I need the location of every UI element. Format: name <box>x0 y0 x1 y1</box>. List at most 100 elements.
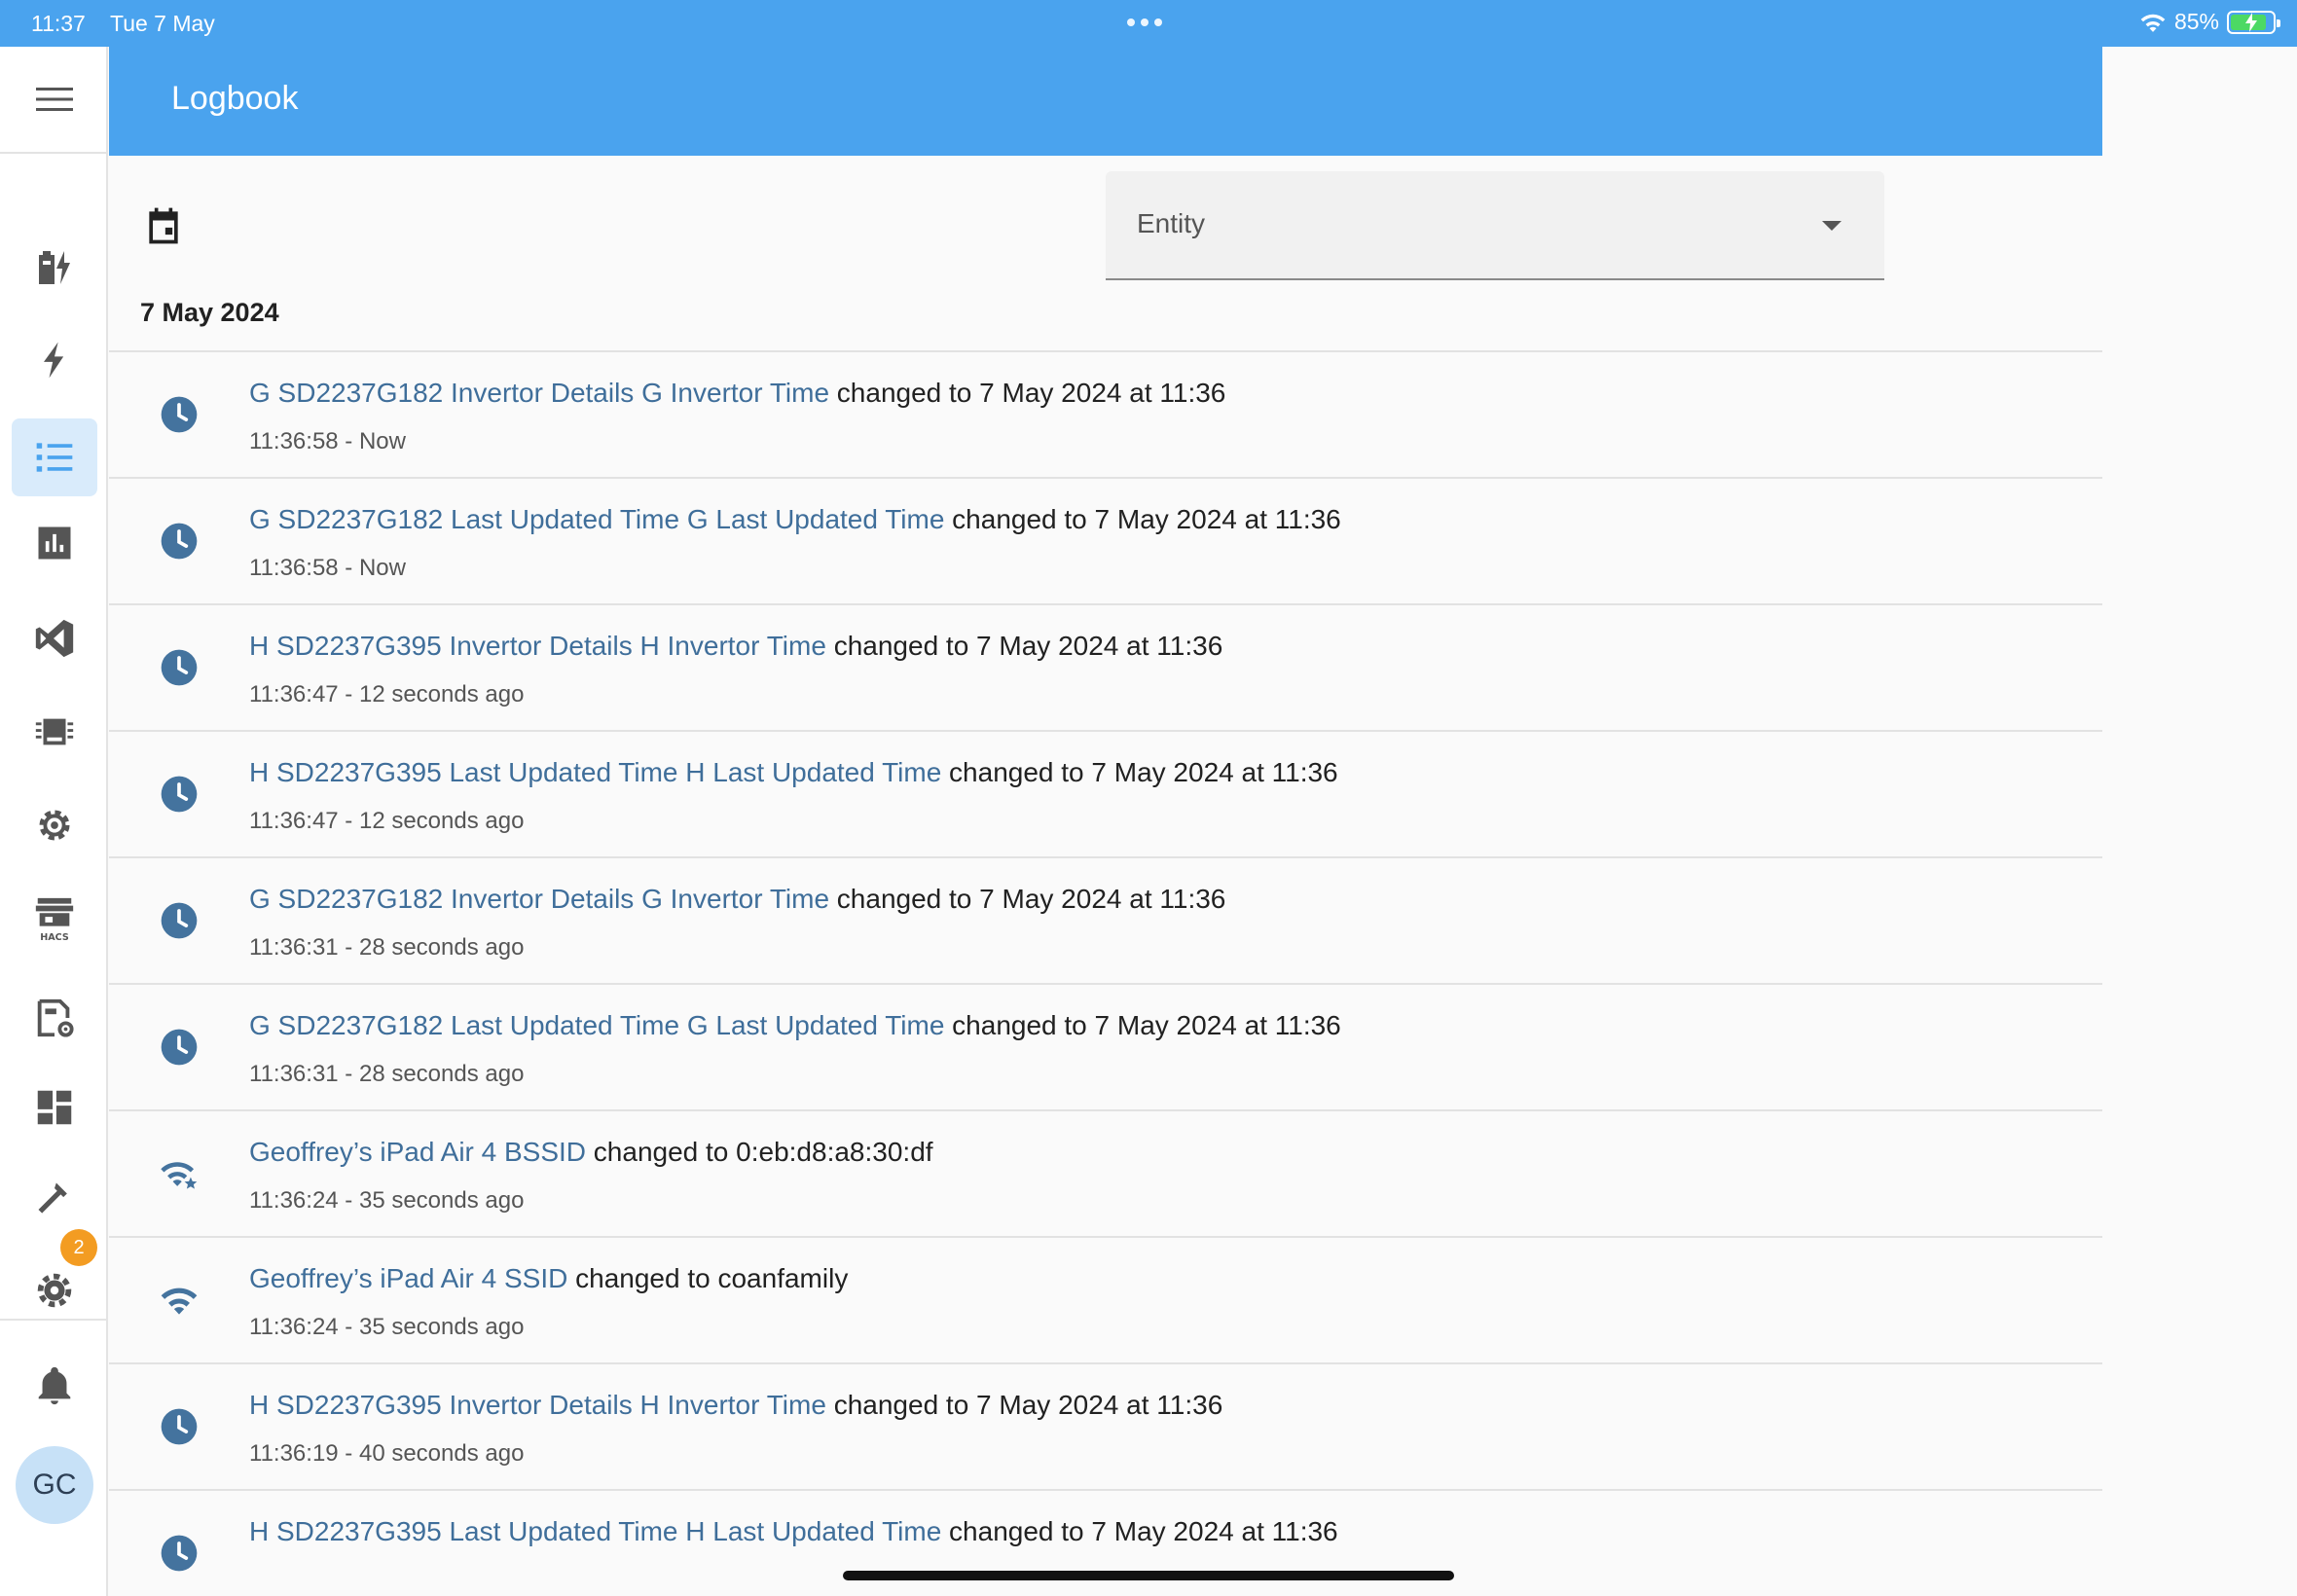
log-message: G SD2237G182 Invertor Details G Invertor… <box>249 884 1225 915</box>
log-change-text: changed to 7 May 2024 at 11:36 <box>825 1390 1223 1420</box>
log-entity-link[interactable]: Geoffrey’s iPad Air 4 SSID <box>249 1263 567 1293</box>
avatar[interactable]: GC <box>16 1446 93 1524</box>
multitasking-dots-icon[interactable] <box>1127 18 1162 26</box>
bell-icon <box>38 1366 71 1405</box>
entity-picker-label: Entity <box>1137 208 1206 238</box>
file-cog-icon <box>37 998 74 1037</box>
sidebar-item-vscode[interactable] <box>12 599 97 677</box>
dashboard-icon <box>37 1090 72 1125</box>
log-entry: Geoffrey’s iPad Air 4 SSID changed to co… <box>109 1238 2102 1364</box>
wifi-status-icon <box>2140 14 2166 32</box>
menu-button[interactable] <box>0 47 108 154</box>
log-entry: G SD2237G182 Invertor Details G Invertor… <box>109 352 2102 479</box>
log-entity-link[interactable]: G SD2237G182 Last Updated Time G Last Up… <box>249 1010 944 1040</box>
log-timestamp: 11:36:24 - 35 seconds ago <box>249 1187 525 1214</box>
log-entry: G SD2237G182 Invertor Details G Invertor… <box>109 858 2102 985</box>
log-entry: H SD2237G395 Last Updated Time H Last Up… <box>109 732 2102 858</box>
log-entry: G SD2237G182 Last Updated Time G Last Up… <box>109 985 2102 1111</box>
top-app-bar: Logbook <box>109 47 2102 156</box>
battery-percent: 85% <box>2173 9 2219 34</box>
sidebar-item-file-editor[interactable] <box>12 979 97 1057</box>
wifi-star-icon <box>156 1150 202 1197</box>
log-timestamp: 11:36:47 - 12 seconds ago <box>249 681 525 707</box>
log-entity-link[interactable]: H SD2237G395 Last Updated Time H Last Up… <box>249 1516 941 1546</box>
entity-picker[interactable]: Entity <box>1106 171 1884 280</box>
log-entity-link[interactable]: G SD2237G182 Last Updated Time G Last Up… <box>249 504 944 534</box>
bar-chart-icon <box>38 526 71 560</box>
log-timestamp: 11:36:58 - Now <box>249 555 406 581</box>
clock-icon <box>156 1024 202 1070</box>
logbook-list-icon <box>36 443 73 472</box>
log-message: H SD2237G395 Invertor Details H Invertor… <box>249 631 1222 662</box>
battery-charging-icon <box>39 251 70 284</box>
sidebar-item-developer-tools[interactable] <box>12 1160 97 1238</box>
log-timestamp: 11:36:19 - 40 seconds ago <box>249 1440 525 1467</box>
clock-icon <box>156 771 202 817</box>
sidebar-item-esphome[interactable] <box>12 693 97 771</box>
log-timestamp: 11:36:31 - 28 seconds ago <box>249 1061 525 1087</box>
log-change-text: changed to 7 May 2024 at 11:36 <box>941 1516 1338 1546</box>
clock-icon <box>156 644 202 691</box>
clock-icon <box>156 391 202 438</box>
log-change-text: changed to coanfamily <box>567 1263 849 1293</box>
sidebar: HACS 2 GC <box>0 47 108 1596</box>
log-change-text: changed to 7 May 2024 at 11:36 <box>825 631 1223 661</box>
log-message: H SD2237G395 Last Updated Time H Last Up… <box>249 757 1338 788</box>
status-time: 11:37 <box>31 11 86 36</box>
hammer-icon <box>38 1182 67 1214</box>
settings-icon <box>37 1273 72 1308</box>
date-picker-button[interactable] <box>136 199 191 253</box>
status-date: Tue 7 May <box>110 11 215 36</box>
hacs-store-icon: HACS <box>35 897 74 943</box>
log-entity-link[interactable]: G SD2237G182 Invertor Details G Invertor… <box>249 884 829 914</box>
sidebar-item-config[interactable] <box>12 786 97 864</box>
vscode-icon <box>35 619 74 658</box>
log-entity-link[interactable]: H SD2237G395 Invertor Details H Invertor… <box>249 1390 826 1420</box>
log-entity-link[interactable]: H SD2237G395 Invertor Details H Invertor… <box>249 631 826 661</box>
sidebar-item-power[interactable] <box>12 321 97 399</box>
log-timestamp: 11:36:47 - 12 seconds ago <box>249 808 525 834</box>
lightning-icon <box>44 342 64 379</box>
log-timestamp: 11:36:58 - Now <box>249 428 406 454</box>
hacs-label: HACS <box>40 932 69 943</box>
log-change-text: changed to 7 May 2024 at 11:36 <box>829 378 1226 408</box>
clock-icon <box>156 1403 202 1450</box>
status-bar: 11:37 Tue 7 May 85% <box>0 0 2297 47</box>
battery-icon <box>2227 10 2280 34</box>
sidebar-item-hacs[interactable]: HACS <box>12 880 97 958</box>
log-entity-link[interactable]: Geoffrey’s iPad Air 4 BSSID <box>249 1137 586 1167</box>
sidebar-item-energy[interactable] <box>12 228 97 306</box>
log-message: H SD2237G395 Invertor Details H Invertor… <box>249 1390 1222 1421</box>
calendar-icon <box>149 207 178 244</box>
log-entry: H SD2237G395 Invertor Details H Invertor… <box>109 605 2102 732</box>
log-change-text: changed to 0:eb:d8:a8:30:df <box>586 1137 933 1167</box>
chip-icon <box>35 718 74 745</box>
log-change-text: changed to 7 May 2024 at 11:36 <box>944 504 1341 534</box>
sidebar-item-notifications[interactable] <box>12 1347 97 1425</box>
gear-icon <box>39 810 70 841</box>
charging-bolt-icon <box>2245 12 2257 32</box>
log-entry: H SD2237G395 Invertor Details H Invertor… <box>109 1364 2102 1491</box>
hamburger-menu-icon <box>35 88 73 111</box>
sidebar-item-logbook[interactable] <box>12 418 97 496</box>
sidebar-item-history[interactable] <box>12 504 97 582</box>
log-message: G SD2237G182 Last Updated Time G Last Up… <box>249 504 1341 535</box>
page-title: Logbook <box>171 80 299 117</box>
log-timestamp: 11:36:24 - 35 seconds ago <box>249 1314 525 1340</box>
log-entity-link[interactable]: H SD2237G395 Last Updated Time H Last Up… <box>249 757 941 787</box>
wifi-icon <box>156 1277 202 1324</box>
logbook-list: G SD2237G182 Invertor Details G Invertor… <box>109 352 2102 1596</box>
log-message: G SD2237G182 Last Updated Time G Last Up… <box>249 1010 1341 1041</box>
log-change-text: changed to 7 May 2024 at 11:36 <box>941 757 1338 787</box>
chevron-down-icon[interactable] <box>1822 221 1841 231</box>
log-entry: Geoffrey’s iPad Air 4 BSSID changed to 0… <box>109 1111 2102 1238</box>
log-entity-link[interactable]: G SD2237G182 Invertor Details G Invertor… <box>249 378 829 408</box>
sidebar-item-dashboards[interactable] <box>12 1069 97 1146</box>
log-change-text: changed to 7 May 2024 at 11:36 <box>829 884 1226 914</box>
home-indicator[interactable] <box>843 1571 1454 1580</box>
log-message: H SD2237G395 Last Updated Time H Last Up… <box>249 1516 1338 1547</box>
date-heading: 7 May 2024 <box>140 298 279 327</box>
clock-icon <box>156 518 202 564</box>
settings-badge: 2 <box>60 1229 97 1266</box>
log-message: Geoffrey’s iPad Air 4 SSID changed to co… <box>249 1263 848 1294</box>
